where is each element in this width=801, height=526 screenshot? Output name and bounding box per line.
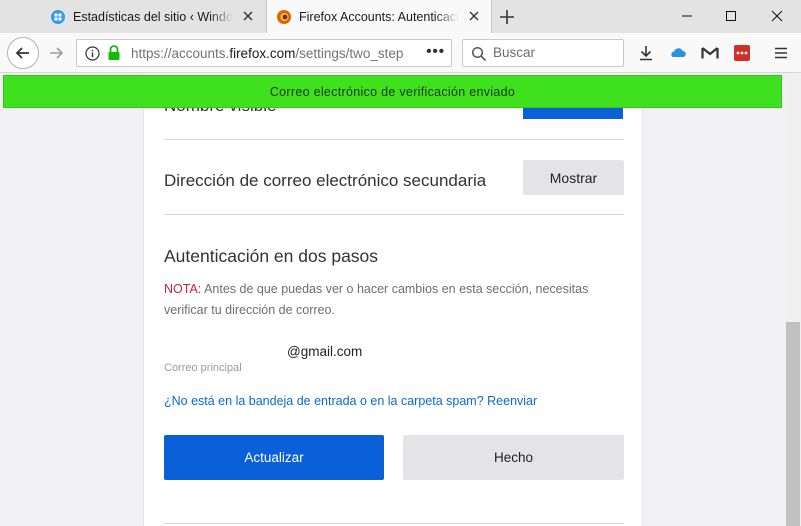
update-button[interactable]: Actualizar <box>164 435 384 480</box>
secondary-email-label: Dirección de correo electrónico secundar… <box>164 171 487 190</box>
maximize-icon[interactable] <box>718 4 744 28</box>
resend-link[interactable]: ¿No está en la bandeja de entrada o en l… <box>164 394 537 408</box>
scrollbar-thumb[interactable] <box>786 322 800 526</box>
note-prefix: NOTA: <box>164 282 202 296</box>
onedrive-cloud-icon[interactable] <box>667 42 689 64</box>
divider <box>164 139 624 140</box>
tab-firefox-accounts[interactable]: Firefox Accounts: Autenticación <box>266 0 492 33</box>
page-actions-button[interactable]: ••• <box>426 43 445 60</box>
navigation-toolbar: https://accounts.firefox.com/settings/tw… <box>0 33 801 73</box>
tab-strip: Estadísticas del sitio ‹ Windows Firefox… <box>0 0 801 33</box>
forward-arrow-icon <box>50 47 64 59</box>
minimize-icon[interactable] <box>674 4 700 28</box>
verification-note: NOTA: Antes de que puedas ver o hacer ca… <box>164 279 614 321</box>
note-text: Antes de que puedas ver o hacer cambios … <box>164 282 589 317</box>
page-content: Nombre visible Dirección de correo elect… <box>0 74 785 526</box>
back-arrow-icon <box>15 47 29 59</box>
download-icon[interactable] <box>635 42 657 64</box>
info-icon[interactable] <box>85 46 100 61</box>
show-secondary-email-button[interactable]: Mostrar <box>523 160 624 195</box>
close-window-icon[interactable] <box>764 4 790 28</box>
back-button[interactable] <box>7 37 39 69</box>
tab-title: Firefox Accounts: Autenticación <box>299 9 459 24</box>
verification-sent-banner: Correo electrónico de verificación envia… <box>3 75 782 108</box>
primary-email-label: Correo principal <box>164 362 242 374</box>
hamburger-menu-icon[interactable] <box>770 42 792 64</box>
tab-title: Estadísticas del sitio ‹ Windows <box>73 9 233 24</box>
windows-logo-icon <box>51 9 65 24</box>
lock-icon[interactable] <box>107 45 121 61</box>
search-input[interactable] <box>493 45 618 60</box>
settings-card: Nombre visible Dirección de correo elect… <box>143 74 643 526</box>
divider <box>164 214 624 215</box>
divider <box>164 523 624 524</box>
url-bar[interactable]: https://accounts.firefox.com/settings/tw… <box>76 39 452 67</box>
primary-email: @gmail.com <box>287 344 363 359</box>
firefox-logo-icon <box>277 9 291 24</box>
tab-site-stats[interactable]: Estadísticas del sitio ‹ Windows <box>41 0 265 33</box>
new-tab-icon[interactable] <box>496 6 518 28</box>
url-text[interactable]: https://accounts.firefox.com/settings/tw… <box>131 46 411 61</box>
forward-button[interactable] <box>44 41 68 65</box>
search-bar[interactable] <box>462 39 624 67</box>
search-icon <box>471 46 487 62</box>
tab-close-icon[interactable] <box>241 9 255 23</box>
gmail-icon[interactable] <box>699 42 721 64</box>
two-step-title: Autenticación en dos pasos <box>164 246 379 266</box>
done-button[interactable]: Hecho <box>403 435 624 480</box>
tab-close-icon[interactable] <box>467 9 481 23</box>
lastpass-icon[interactable] <box>731 42 753 64</box>
